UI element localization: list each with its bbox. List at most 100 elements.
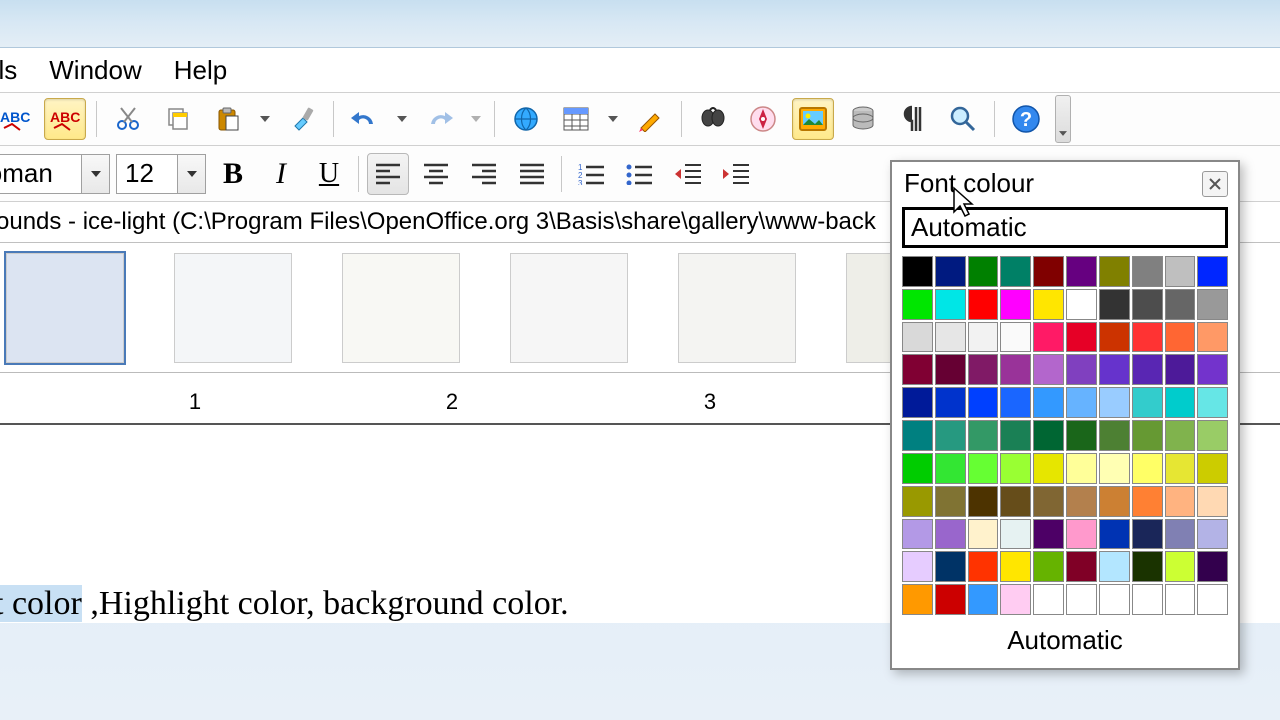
color-swatch[interactable] <box>1132 486 1163 517</box>
color-swatch[interactable] <box>1197 453 1228 484</box>
close-button[interactable] <box>1202 171 1228 197</box>
color-swatch[interactable] <box>1197 289 1228 320</box>
color-swatch[interactable] <box>902 551 933 582</box>
color-swatch[interactable] <box>1165 354 1196 385</box>
color-swatch[interactable] <box>935 289 966 320</box>
underline-button[interactable]: U <box>308 153 350 195</box>
color-swatch[interactable] <box>968 519 999 550</box>
color-swatch[interactable] <box>1099 387 1130 418</box>
color-swatch[interactable] <box>1165 387 1196 418</box>
color-swatch[interactable] <box>1099 486 1130 517</box>
color-swatch[interactable] <box>1000 289 1031 320</box>
color-swatch[interactable] <box>902 354 933 385</box>
color-swatch[interactable] <box>1033 420 1064 451</box>
color-swatch[interactable] <box>1197 354 1228 385</box>
color-swatch[interactable] <box>1099 551 1130 582</box>
color-swatch[interactable] <box>1000 256 1031 287</box>
spellcheck-button[interactable]: ABC <box>0 98 36 140</box>
color-swatch[interactable] <box>1000 387 1031 418</box>
increase-indent-button[interactable] <box>714 153 756 195</box>
zoom-button[interactable] <box>942 98 984 140</box>
color-swatch[interactable] <box>1165 322 1196 353</box>
color-swatch[interactable] <box>935 420 966 451</box>
color-swatch[interactable] <box>1000 354 1031 385</box>
color-swatch[interactable] <box>1066 354 1097 385</box>
color-swatch[interactable] <box>1066 420 1097 451</box>
chevron-down-icon[interactable] <box>81 155 109 193</box>
color-swatch[interactable] <box>1033 486 1064 517</box>
font-size-combo[interactable] <box>116 154 206 194</box>
color-swatch[interactable] <box>1099 519 1130 550</box>
color-swatch[interactable] <box>1132 551 1163 582</box>
color-swatch[interactable] <box>1165 519 1196 550</box>
color-swatch[interactable] <box>1066 486 1097 517</box>
color-swatch[interactable] <box>935 551 966 582</box>
color-swatch[interactable] <box>1033 453 1064 484</box>
color-swatch[interactable] <box>968 322 999 353</box>
color-swatch[interactable] <box>1197 584 1228 615</box>
color-swatch[interactable] <box>1132 256 1163 287</box>
color-swatch[interactable] <box>968 420 999 451</box>
color-swatch[interactable] <box>1099 420 1130 451</box>
nonprinting-button[interactable] <box>892 98 934 140</box>
align-justify-button[interactable] <box>511 153 553 195</box>
color-swatch[interactable] <box>1197 322 1228 353</box>
color-swatch[interactable] <box>1165 453 1196 484</box>
color-swatch[interactable] <box>968 256 999 287</box>
color-swatch[interactable] <box>1033 256 1064 287</box>
color-swatch[interactable] <box>1132 420 1163 451</box>
align-right-button[interactable] <box>463 153 505 195</box>
color-swatch[interactable] <box>902 289 933 320</box>
numbered-list-button[interactable]: 123 <box>570 153 612 195</box>
color-swatch[interactable] <box>968 551 999 582</box>
color-swatch[interactable] <box>1099 584 1130 615</box>
font-name-combo[interactable] <box>0 154 110 194</box>
color-swatch[interactable] <box>1132 387 1163 418</box>
color-swatch[interactable] <box>902 486 933 517</box>
color-swatch[interactable] <box>1066 322 1097 353</box>
color-swatch[interactable] <box>1132 289 1163 320</box>
color-swatch[interactable] <box>902 322 933 353</box>
bulleted-list-button[interactable] <box>618 153 660 195</box>
color-swatch[interactable] <box>935 387 966 418</box>
color-swatch[interactable] <box>968 289 999 320</box>
color-swatch[interactable] <box>1165 289 1196 320</box>
color-swatch[interactable] <box>1000 551 1031 582</box>
color-swatch[interactable] <box>1197 486 1228 517</box>
toolbar-overflow[interactable] <box>1055 95 1071 143</box>
color-swatch[interactable] <box>1165 486 1196 517</box>
color-swatch[interactable] <box>902 420 933 451</box>
chevron-down-icon[interactable] <box>177 155 205 193</box>
menu-help[interactable]: Help <box>160 51 241 90</box>
color-swatch[interactable] <box>1197 551 1228 582</box>
gallery-button[interactable] <box>792 98 834 140</box>
color-swatch[interactable] <box>1066 256 1097 287</box>
color-swatch[interactable] <box>935 322 966 353</box>
table-button[interactable] <box>555 98 597 140</box>
decrease-indent-button[interactable] <box>666 153 708 195</box>
color-swatch[interactable] <box>1033 289 1064 320</box>
automatic-color-button[interactable]: Automatic <box>892 615 1238 668</box>
font-size-input[interactable] <box>117 155 177 193</box>
undo-button[interactable] <box>344 98 386 140</box>
paste-button[interactable] <box>207 98 249 140</box>
color-swatch[interactable] <box>968 354 999 385</box>
color-swatch[interactable] <box>1132 322 1163 353</box>
color-swatch[interactable] <box>1165 584 1196 615</box>
color-swatch[interactable] <box>1033 354 1064 385</box>
color-swatch[interactable] <box>1197 387 1228 418</box>
color-swatch[interactable] <box>1033 387 1064 418</box>
align-center-button[interactable] <box>415 153 457 195</box>
color-swatch[interactable] <box>902 387 933 418</box>
color-swatch[interactable] <box>1066 584 1097 615</box>
color-swatch[interactable] <box>935 354 966 385</box>
color-swatch[interactable] <box>902 519 933 550</box>
color-swatch[interactable] <box>1000 420 1031 451</box>
show-draw-button[interactable] <box>629 98 671 140</box>
gallery-thumb[interactable] <box>846 253 894 363</box>
color-swatch[interactable] <box>968 453 999 484</box>
color-swatch[interactable] <box>1066 551 1097 582</box>
redo-button[interactable] <box>418 98 460 140</box>
gallery-thumb[interactable] <box>342 253 460 363</box>
menu-window[interactable]: Window <box>35 51 155 90</box>
